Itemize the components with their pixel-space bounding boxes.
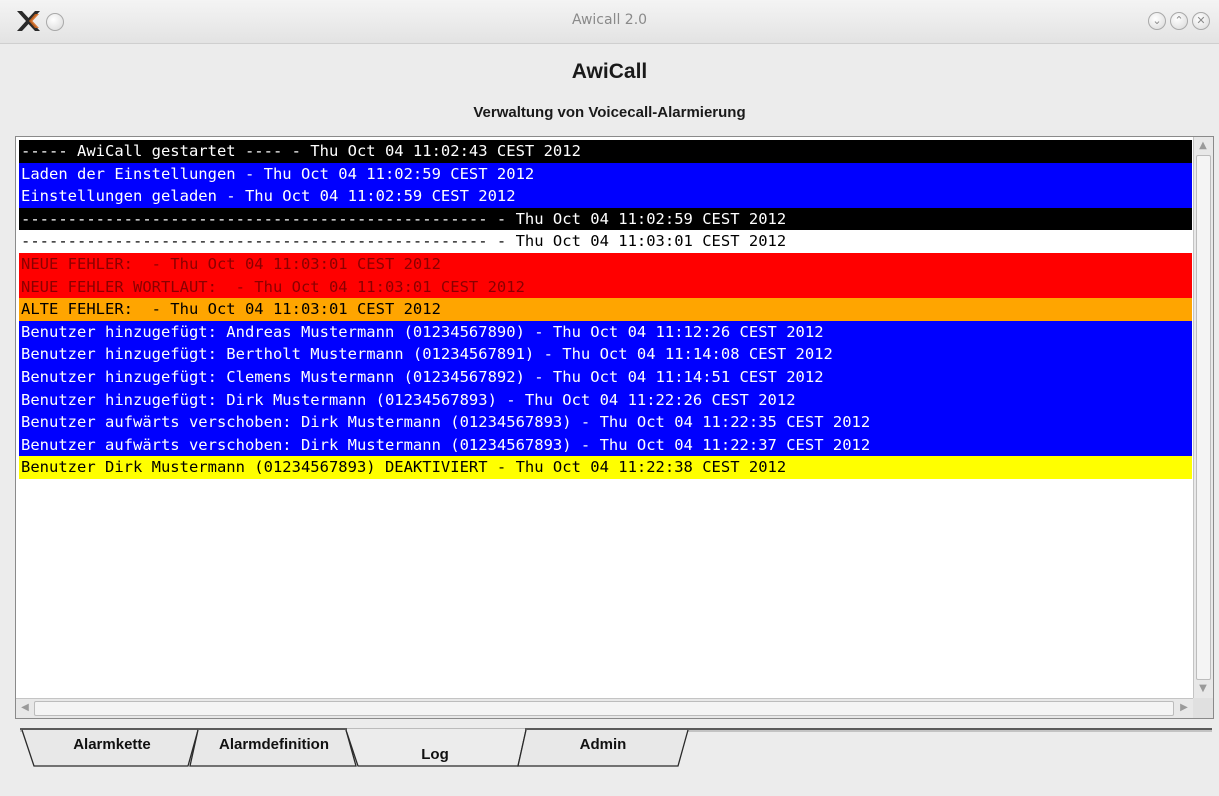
log-line: Benutzer Dirk Mustermann (01234567893) D… (19, 456, 1192, 479)
tab-alarmdefinition[interactable]: Alarmdefinition (200, 736, 348, 753)
app-subtitle: Verwaltung von Voicecall-Alarmierung (473, 104, 746, 121)
tab-alarmkette[interactable]: Alarmkette (42, 736, 182, 753)
log-line: ----- AwiCall gestartet ---- - Thu Oct 0… (19, 140, 1192, 163)
log-text-area[interactable]: ----- AwiCall gestartet ---- - Thu Oct 0… (19, 140, 1192, 696)
log-line: Benutzer hinzugefügt: Andreas Mustermann… (19, 320, 1192, 344)
tab-bar: Alarmkette Alarmdefinition Log Admin (0, 724, 1219, 774)
horizontal-scroll-thumb[interactable] (34, 701, 1174, 716)
scroll-corner (1193, 698, 1213, 718)
window-titlebar[interactable]: Awicall 2.0 ⌄ ⌃ ✕ (0, 0, 1219, 44)
close-button[interactable]: ✕ (1192, 12, 1210, 30)
log-panel: ----- AwiCall gestartet ---- - Thu Oct 0… (15, 136, 1214, 719)
horizontal-scrollbar[interactable]: ◀ ▶ (16, 698, 1193, 718)
log-line: Benutzer aufwärts verschoben: Dirk Muste… (19, 411, 1192, 434)
window-title: Awicall 2.0 (571, 12, 648, 28)
maximize-button[interactable]: ⌃ (1170, 12, 1188, 30)
scroll-left-icon[interactable]: ◀ (16, 700, 34, 716)
minimize-button[interactable]: ⌄ (1148, 12, 1166, 30)
app-title: AwiCall (571, 60, 648, 83)
scroll-down-icon[interactable]: ▼ (1194, 681, 1212, 697)
scroll-right-icon[interactable]: ▶ (1175, 700, 1193, 716)
scroll-up-icon[interactable]: ▲ (1194, 138, 1212, 154)
tab-log[interactable]: Log (360, 746, 510, 763)
vertical-scroll-thumb[interactable] (1196, 155, 1211, 680)
log-line: Einstellungen geladen - Thu Oct 04 11:02… (19, 185, 1192, 208)
vertical-scrollbar[interactable]: ▲ ▼ (1193, 137, 1213, 698)
tab-admin[interactable]: Admin (528, 736, 678, 753)
log-line: Benutzer hinzugefügt: Dirk Mustermann (0… (19, 388, 1192, 412)
log-line: ----------------------------------------… (19, 207, 1192, 231)
log-line: Benutzer hinzugefügt: Bertholt Musterman… (19, 343, 1192, 366)
log-line: NEUE FEHLER WORTLAUT: - Thu Oct 04 11:03… (19, 275, 1192, 299)
log-line: NEUE FEHLER: - Thu Oct 04 11:03:01 CEST … (19, 252, 1192, 276)
log-line: Laden der Einstellungen - Thu Oct 04 11:… (19, 162, 1192, 186)
log-line: ALTE FEHLER: - Thu Oct 04 11:03:01 CEST … (19, 298, 1192, 321)
log-line: Benutzer hinzugefügt: Clemens Mustermann… (19, 365, 1192, 389)
log-line: ----------------------------------------… (19, 230, 1192, 253)
log-line: Benutzer aufwärts verschoben: Dirk Muste… (19, 433, 1192, 457)
status-bar (0, 776, 1219, 796)
